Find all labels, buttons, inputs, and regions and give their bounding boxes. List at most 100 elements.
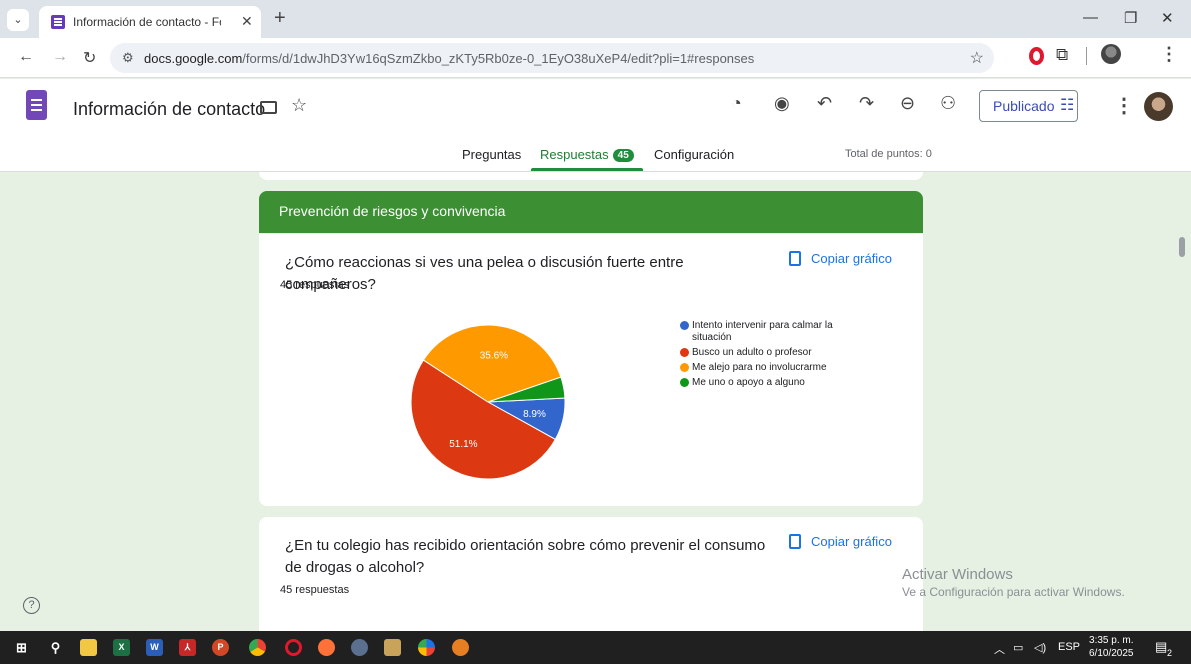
chart-legend: Intento intervenir para calmar la situac… bbox=[680, 320, 850, 392]
total-points: Total de puntos: 0 bbox=[845, 148, 932, 160]
legend-label: Me uno o apoyo a alguno bbox=[692, 377, 805, 388]
back-arrow-icon[interactable]: ← bbox=[18, 48, 34, 66]
opera-extension-icon[interactable] bbox=[1029, 47, 1044, 65]
preview-eye-icon[interactable]: ◉ bbox=[774, 93, 790, 114]
forms-header: Información de contacto ☆ ◔ ◉ ↶ ↷ ⊖ ⚇ Pu… bbox=[0, 79, 1191, 172]
legend-label: Intento intervenir para calmar la situac… bbox=[692, 320, 833, 343]
responses-content: Prevención de riesgos y convivencia ¿Cóm… bbox=[0, 172, 1191, 631]
previous-card bbox=[259, 172, 923, 180]
response-count: 45 respuestas bbox=[280, 279, 350, 291]
slice-label: 8.9% bbox=[523, 409, 546, 420]
question-card: ¿En tu colegio has recibido orientación … bbox=[259, 517, 923, 631]
notifications-icon[interactable]: ▤ bbox=[1155, 639, 1167, 655]
help-icon[interactable]: ? bbox=[23, 597, 40, 614]
firefox-icon[interactable] bbox=[318, 639, 335, 656]
address-bar-row: ← → ↻ ⚙ docs.google.com/forms/d/1dwJhD3Y… bbox=[0, 38, 1191, 78]
copy-icon bbox=[789, 251, 801, 266]
url-omnibox[interactable]: ⚙ docs.google.com/forms/d/1dwJhD3Yw16qSz… bbox=[110, 43, 994, 73]
legend-swatch bbox=[680, 378, 689, 387]
tab-search-chevron-icon[interactable]: ⌄ bbox=[7, 9, 29, 31]
close-window-icon[interactable]: ✕ bbox=[1161, 9, 1174, 27]
browser-profile-avatar[interactable] bbox=[1101, 44, 1121, 64]
app-icon[interactable] bbox=[384, 639, 401, 656]
url-host: docs.google.com bbox=[144, 51, 243, 66]
app-icon[interactable] bbox=[452, 639, 469, 656]
copy-chart-label: Copiar gráfico bbox=[811, 251, 892, 266]
google-forms-logo-icon[interactable] bbox=[26, 90, 47, 120]
slice-label: 35.6% bbox=[480, 351, 508, 362]
copy-icon bbox=[789, 534, 801, 549]
taskbar-clock[interactable]: 3:35 p. m. 6/10/2025 bbox=[1089, 634, 1134, 660]
toolbar-separator bbox=[1086, 47, 1087, 65]
file-explorer-icon[interactable] bbox=[80, 639, 97, 656]
legend-item: Me alejo para no involucrarme bbox=[680, 362, 850, 374]
account-avatar[interactable] bbox=[1144, 92, 1173, 121]
browser-tab-title: Información de contacto - Form bbox=[73, 15, 221, 29]
restore-icon[interactable]: ❐ bbox=[1124, 9, 1137, 27]
app-icon[interactable] bbox=[351, 639, 368, 656]
browser-menu-kebab-icon[interactable]: ⋮ bbox=[1160, 44, 1178, 65]
add-collaborators-icon[interactable]: ⚇ bbox=[940, 93, 956, 114]
legend-swatch bbox=[680, 348, 689, 357]
forms-favicon-icon bbox=[51, 15, 65, 29]
reload-icon[interactable]: ↻ bbox=[83, 48, 96, 68]
forward-arrow-icon[interactable]: → bbox=[52, 48, 68, 66]
published-label: Publicado bbox=[993, 98, 1055, 114]
windows-activation-watermark: Activar Windows Ve a Configuración para … bbox=[902, 566, 1125, 599]
extensions-puzzle-icon[interactable]: ⧉ bbox=[1056, 45, 1068, 65]
legend-label: Busco un adulto o profesor bbox=[692, 347, 812, 358]
windows-start-icon[interactable]: ⊞ bbox=[13, 639, 30, 656]
volume-icon[interactable]: ◁) bbox=[1034, 641, 1046, 654]
copy-chart-button[interactable]: Copiar gráfico bbox=[789, 251, 892, 266]
pdf-reader-icon[interactable]: ⅄ bbox=[179, 639, 196, 656]
app-icon[interactable] bbox=[418, 639, 435, 656]
responses-count-badge: 45 bbox=[612, 149, 634, 162]
minimize-icon[interactable]: — bbox=[1083, 9, 1098, 26]
watermark-subtitle: Ve a Configuración para activar Windows. bbox=[902, 585, 1125, 599]
copy-chart-button[interactable]: Copiar gráfico bbox=[789, 534, 892, 549]
tab-configuracion[interactable]: Configuración bbox=[654, 147, 734, 162]
scrollbar-thumb[interactable] bbox=[1179, 237, 1185, 257]
legend-swatch bbox=[680, 363, 689, 372]
form-title[interactable]: Información de contacto bbox=[73, 99, 265, 120]
tab-respuestas-label: Respuestas bbox=[540, 147, 609, 162]
legend-item: Intento intervenir para calmar la situac… bbox=[680, 320, 850, 344]
copy-chart-label: Copiar gráfico bbox=[811, 534, 892, 549]
legend-label: Me alejo para no involucrarme bbox=[692, 362, 827, 373]
more-options-icon[interactable]: ⋮ bbox=[1114, 93, 1134, 118]
browser-tab[interactable]: Información de contacto - Form ✕ bbox=[39, 6, 261, 38]
undo-icon[interactable]: ↶ bbox=[817, 93, 832, 114]
tab-respuestas[interactable]: Respuestas 45 bbox=[540, 147, 634, 162]
language-indicator[interactable]: ESP bbox=[1058, 641, 1080, 653]
browser-tab-strip: ⌄ Información de contacto - Form ✕ + — ❐… bbox=[0, 0, 1191, 38]
copy-link-icon[interactable]: ⊖ bbox=[900, 93, 915, 114]
section-header: Prevención de riesgos y convivencia bbox=[259, 191, 923, 233]
redo-icon[interactable]: ↷ bbox=[859, 93, 874, 114]
published-button[interactable]: Publicado ☷ bbox=[979, 90, 1078, 122]
url-path: /forms/d/1dwJhD3Yw16qSzmZkbo_zKTy5Rb0ze-… bbox=[242, 51, 755, 66]
form-tabs: Preguntas Respuestas 45 Configuración Tot… bbox=[0, 143, 1191, 171]
search-icon[interactable]: ⚲ bbox=[47, 639, 64, 656]
notification-count: 2 bbox=[1167, 648, 1173, 658]
site-info-icon[interactable]: ⚙ bbox=[122, 50, 134, 66]
network-icon[interactable]: ▭ bbox=[1013, 641, 1023, 654]
powerpoint-icon[interactable]: P bbox=[212, 639, 229, 656]
new-tab-plus-icon[interactable]: + bbox=[274, 7, 286, 30]
word-icon[interactable]: W bbox=[146, 639, 163, 656]
customize-theme-palette-icon[interactable]: ◔ bbox=[731, 93, 742, 114]
tab-preguntas[interactable]: Preguntas bbox=[462, 147, 521, 162]
bookmark-star-icon[interactable]: ☆ bbox=[970, 48, 984, 68]
move-to-folder-icon[interactable] bbox=[260, 101, 277, 114]
star-icon[interactable]: ☆ bbox=[291, 95, 307, 116]
url-text: docs.google.com/forms/d/1dwJhD3Yw16qSzmZ… bbox=[144, 51, 754, 66]
pie-chart: 8.9% 51.1% 35.6% bbox=[410, 324, 566, 480]
show-hidden-icons-icon[interactable]: ︿ bbox=[994, 641, 1005, 657]
chrome-icon[interactable] bbox=[249, 639, 266, 656]
response-count: 45 respuestas bbox=[280, 584, 350, 596]
excel-icon[interactable]: X bbox=[113, 639, 130, 656]
active-tab-indicator bbox=[531, 168, 643, 171]
close-tab-icon[interactable]: ✕ bbox=[241, 13, 253, 30]
opera-icon[interactable] bbox=[285, 639, 302, 656]
question-title: ¿En tu colegio has recibido orientación … bbox=[285, 537, 766, 576]
watermark-title: Activar Windows bbox=[902, 566, 1013, 583]
